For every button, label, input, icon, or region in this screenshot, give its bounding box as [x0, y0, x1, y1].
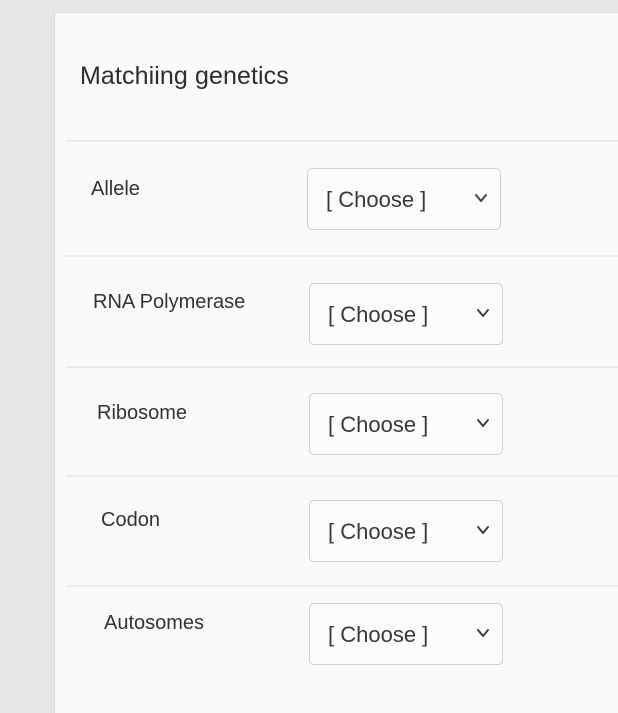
- answer-select-ribosome[interactable]: [ Choose ]: [309, 393, 503, 455]
- answer-select-rna-polymerase[interactable]: [ Choose ]: [309, 283, 503, 345]
- row-divider: [66, 366, 618, 368]
- answer-select-allele[interactable]: [ Choose ]: [307, 168, 501, 230]
- row-divider: [66, 585, 618, 587]
- chevron-down-icon: [477, 309, 489, 317]
- chevron-down-icon: [477, 526, 489, 534]
- row-divider: [66, 140, 618, 142]
- select-value: [ Choose ]: [328, 622, 429, 647]
- row-divider: [66, 255, 618, 257]
- answer-select-autosomes[interactable]: [ Choose ]: [309, 603, 503, 665]
- row-divider: [66, 475, 618, 477]
- chevron-down-icon: [477, 629, 489, 637]
- term-label-ribosome: Ribosome: [97, 402, 188, 424]
- question-title: Matchiing genetics: [80, 62, 289, 90]
- term-label-autosomes: Autosomes: [104, 612, 205, 634]
- select-value: [ Choose ]: [328, 412, 429, 437]
- select-value: [ Choose ]: [326, 187, 427, 212]
- term-label-codon: Codon: [101, 509, 160, 531]
- chevron-down-icon: [477, 419, 489, 427]
- answer-select-codon[interactable]: [ Choose ]: [309, 500, 503, 562]
- chevron-down-icon: [475, 194, 487, 202]
- term-label-allele: Allele: [91, 178, 140, 200]
- term-label-rna-polymerase: RNA Polymerase: [93, 291, 246, 313]
- select-value: [ Choose ]: [328, 519, 429, 544]
- select-value: [ Choose ]: [328, 302, 429, 327]
